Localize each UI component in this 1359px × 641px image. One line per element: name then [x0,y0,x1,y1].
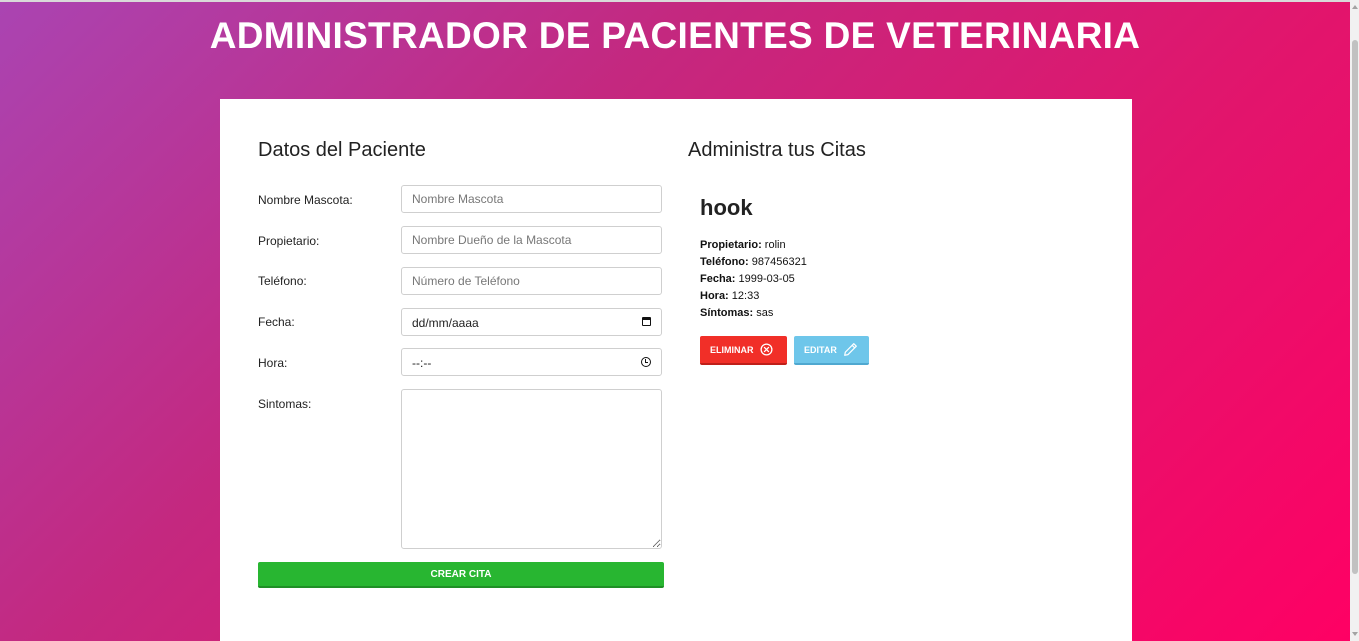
editar-button-label: EDITAR [804,344,837,355]
editar-button[interactable]: EDITAR [794,336,869,365]
sintomas-label: Sintomas: [258,397,312,411]
cita-details: Propietario: rolin Teléfono: 987456321 F… [700,237,1100,322]
cita-hora-value: 12:33 [731,290,760,302]
fecha-input[interactable]: dd/mm/aaaa [401,308,662,336]
mascota-input[interactable] [401,185,662,213]
hora-input-value: --:-- [412,356,432,370]
cita-mascota: hook [700,195,753,220]
scroll-down-arrow-icon[interactable] [1352,632,1358,636]
cita-telefono-value: 987456321 [751,256,807,268]
eliminar-button[interactable]: ELIMINAR [700,336,787,365]
cita-sintomas-label: Síntomas: [700,307,754,319]
propietario-input[interactable] [401,226,662,254]
cita-telefono-label: Teléfono: [700,256,749,268]
cita-fecha-value: 1999-03-05 [738,273,795,285]
fecha-label: Fecha: [258,315,295,329]
cita-propietario: Propietario: rolin [700,237,1100,254]
propietario-label: Propietario: [258,234,320,248]
calendar-icon[interactable] [642,317,651,326]
page-title: ADMINISTRADOR DE PACIENTES DE VETERINARI… [209,15,1141,56]
cita-hora-label: Hora: [700,290,729,302]
cita-hora: Hora: 12:33 [700,288,1100,305]
mascota-label: Nombre Mascota: [258,193,353,207]
cita-propietario-value: rolin [764,239,786,251]
hora-input[interactable]: --:-- [401,348,662,376]
pencil-icon [843,343,857,356]
cita-fecha: Fecha: 1999-03-05 [700,271,1100,288]
window-top-border [0,0,1350,2]
scroll-up-arrow-icon[interactable] [1352,5,1358,9]
cita-sintomas-value: sas [756,307,774,319]
telefono-input[interactable] [401,267,662,295]
eliminar-button-label: ELIMINAR [710,344,754,355]
main-card: Datos del Paciente Nombre Mascota: Propi… [220,99,1132,641]
clock-icon[interactable] [641,357,651,367]
telefono-label: Teléfono: [258,274,307,288]
cita-card: hook Propietario: rolin Teléfono: 987456… [700,195,1100,365]
cita-actions: ELIMINAR EDITAR [700,336,1100,365]
fecha-input-value: dd/mm/aaaa [412,316,479,330]
cita-telefono: Teléfono: 987456321 [700,254,1100,271]
hora-label: Hora: [258,356,288,370]
sintomas-textarea[interactable] [401,389,662,549]
citas-title: Administra tus Citas [688,139,866,161]
form-title: Datos del Paciente [258,139,426,161]
vertical-scrollbar[interactable] [1350,0,1359,641]
cita-fecha-label: Fecha: [700,273,736,285]
cita-sintomas: Síntomas: sas [700,305,1100,322]
close-circle-icon [759,343,773,356]
scrollbar-thumb[interactable] [1352,40,1358,574]
crear-cita-button[interactable]: CREAR CITA [258,562,664,588]
cita-propietario-label: Propietario: [700,239,762,251]
